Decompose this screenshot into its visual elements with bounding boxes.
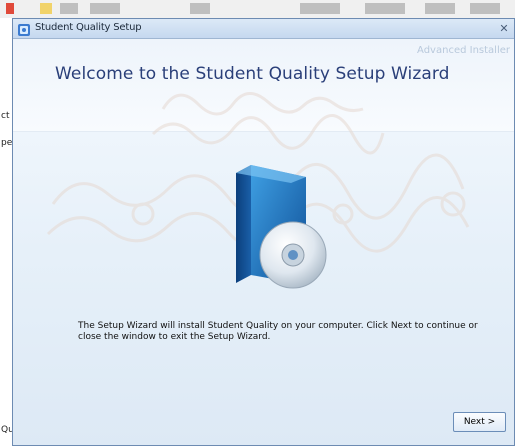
host-toolbar-button xyxy=(90,3,120,14)
host-toolbar-button xyxy=(40,3,52,14)
host-toolbar xyxy=(0,0,515,19)
host-side-label: pe xyxy=(1,138,13,148)
close-button[interactable]: ✕ xyxy=(496,21,512,37)
host-toolbar-button xyxy=(6,3,14,14)
next-button[interactable]: Next > xyxy=(453,412,506,432)
host-side-label: ct xyxy=(1,111,10,121)
host-toolbar-button xyxy=(300,3,340,14)
setup-dialog: Student Quality Setup ✕ Advanced Install… xyxy=(12,18,515,446)
welcome-heading: Welcome to the Student Quality Setup Wiz… xyxy=(55,64,450,84)
window-title: Student Quality Setup xyxy=(35,22,142,33)
brand-watermark: Advanced Installer xyxy=(417,45,510,56)
title-bar[interactable]: Student Quality Setup ✕ xyxy=(13,19,514,39)
host-toolbar-button xyxy=(190,3,210,14)
host-toolbar-button xyxy=(60,3,78,14)
setup-app-icon xyxy=(17,22,31,36)
description-text: The Setup Wizard will install Student Qu… xyxy=(78,321,478,342)
host-toolbar-button xyxy=(425,3,455,14)
product-box-cd-icon xyxy=(236,165,327,289)
host-toolbar-button xyxy=(365,3,405,14)
host-toolbar-button xyxy=(470,3,500,14)
